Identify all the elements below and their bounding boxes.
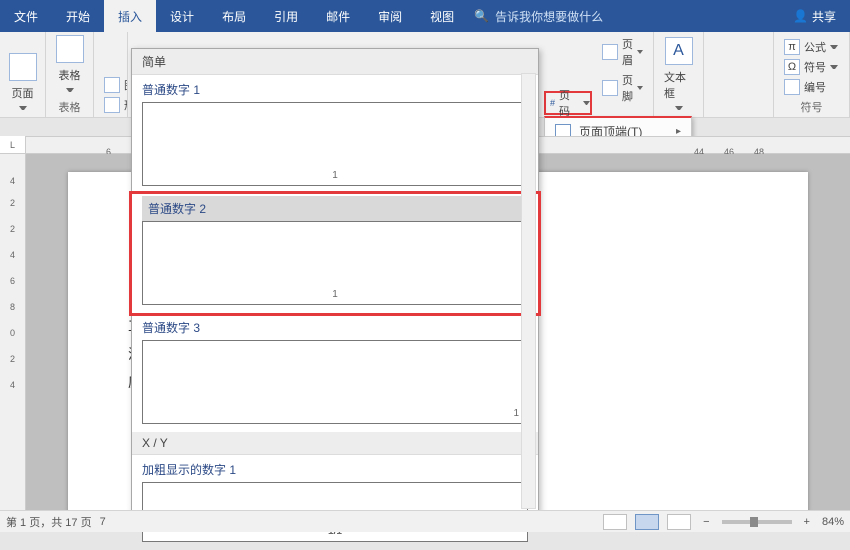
chevron-down-icon [830,64,838,70]
gallery-preview: 1 [142,221,528,305]
menu-mailings[interactable]: 邮件 [312,0,364,32]
zoom-level[interactable]: 84% [822,516,844,528]
gallery-preview: 1 [142,340,528,424]
pages-label: 页面 [12,85,34,101]
gallery-group-simple: 简单 [132,49,538,75]
gallery-group-xy: X / Y [132,432,538,455]
pictures-button[interactable]: 图 [100,75,121,95]
menu-design[interactable]: 设计 [156,0,208,32]
gallery-scrollbar[interactable] [521,73,536,509]
vruler-mark: 2 [10,354,15,364]
menu-file[interactable]: 文件 [0,0,52,32]
share-button[interactable]: 👤 共享 [779,0,850,32]
share-label: 共享 [812,8,836,25]
status-bar: 第 1 页，共 17 页 7 − + 84% [0,510,850,532]
chevron-down-icon [675,105,683,111]
page-icon [9,53,37,81]
vruler-mark: 8 [10,302,15,312]
ribbon-group-text: A 文本框 [654,32,704,117]
ribbon-group-pages: 页面 [0,32,46,117]
ruler-corner[interactable]: L [0,136,26,154]
chevron-down-icon [637,49,643,55]
zoom-slider[interactable] [722,520,792,524]
menu-insert[interactable]: 插入 [104,0,156,32]
gallery-preview: 1 [142,102,528,186]
table-btn-label: 表格 [59,67,81,83]
pagenum-gallery: 简单 普通数字 1 1 普通数字 2 1 普通数字 3 1 X / Y 加粗显示… [131,48,539,514]
vruler-mark: 4 [10,250,15,260]
vruler-mark: 6 [10,276,15,286]
gallery-item-plain2[interactable]: 普通数字 2 1 [132,194,538,313]
number-icon [784,79,800,95]
chevron-down-icon [583,100,590,106]
vruler-mark: 4 [10,176,15,186]
footer-button[interactable]: 页脚 [598,70,647,106]
tell-me-label: 告诉我你想要做什么 [495,8,603,25]
symbol-button[interactable]: Ω符号 [780,57,843,77]
gallery-item-label: 加粗显示的数字 1 [142,457,528,482]
table-group-label: 表格 [52,99,87,115]
pagenum-button-placeholder [598,106,647,115]
menu-references[interactable]: 引用 [260,0,312,32]
pagenum-button[interactable]: # 页码 [544,91,592,115]
menubar: 文件 开始 插入 设计 布局 引用 邮件 审阅 视图 🔍 告诉我你想要做什么 👤… [0,0,850,32]
tell-me-search[interactable]: 🔍 告诉我你想要做什么 [474,0,603,32]
textbox-button[interactable]: A 文本框 [660,33,697,115]
view-read-button[interactable] [603,514,627,530]
equation-button[interactable]: π公式 [780,37,843,57]
picture-icon [104,77,120,93]
menu-home[interactable]: 开始 [52,0,104,32]
pages-button[interactable]: 页面 [6,49,39,115]
ribbon-group-table: 表格 表格 [46,32,94,117]
zoom-in-button[interactable]: + [800,516,814,528]
menu-review[interactable]: 审阅 [364,0,416,32]
share-icon: 👤 [793,9,808,23]
ribbon-group-symbols: π公式 Ω符号 编号 符号 [774,32,850,117]
ribbon-group-headerfooter: 页眉 页脚 [592,32,654,117]
omega-icon: Ω [784,59,800,75]
chevron-down-icon [637,85,643,91]
vruler-mark: 4 [10,380,15,390]
pagenum-label: 页码 [559,87,579,119]
table-button[interactable]: 表格 [52,31,87,97]
zoom-out-button[interactable]: − [699,516,713,528]
gallery-item-plain3[interactable]: 普通数字 3 1 [132,313,538,432]
gallery-item-label: 普通数字 1 [142,77,528,102]
vruler-mark: 2 [10,224,15,234]
menu-layout[interactable]: 布局 [208,0,260,32]
symbols-group-label: 符号 [780,99,843,115]
ribbon-group-textparts [704,32,774,117]
pi-icon: π [784,39,800,55]
vruler-mark: 2 [10,198,15,208]
textbox-icon: A [665,37,693,65]
view-web-button[interactable] [667,514,691,530]
search-icon: 🔍 [474,9,489,23]
gallery-item-plain1[interactable]: 普通数字 1 1 [132,75,538,194]
footer-icon [602,80,618,96]
header-icon [602,44,618,60]
textbox-label: 文本框 [664,69,693,101]
gallery-item-bold1[interactable]: 加粗显示的数字 1 1/1 [132,455,538,550]
view-print-button[interactable] [635,514,659,530]
vruler-mark: 0 [10,328,15,338]
page-status[interactable]: 第 1 页，共 17 页 [6,514,92,530]
gallery-item-label: 普通数字 2 [142,196,528,221]
chevron-down-icon [19,105,27,111]
chevron-down-icon [830,44,838,50]
table-icon [56,35,84,63]
header-button[interactable]: 页眉 [598,34,647,70]
shapes-button[interactable]: 形 [100,95,121,115]
ribbon-group-illustrations: 图 形 [94,32,128,117]
number-button[interactable]: 编号 [780,77,843,97]
pagenum-icon: # [550,98,555,108]
vertical-ruler[interactable]: 4 2 2 4 6 8 0 2 4 [0,154,26,510]
gallery-item-label: 普通数字 3 [142,315,528,340]
status-extra: 7 [100,516,106,528]
shapes-icon [104,97,120,113]
chevron-down-icon [66,87,74,93]
menu-view[interactable]: 视图 [416,0,468,32]
